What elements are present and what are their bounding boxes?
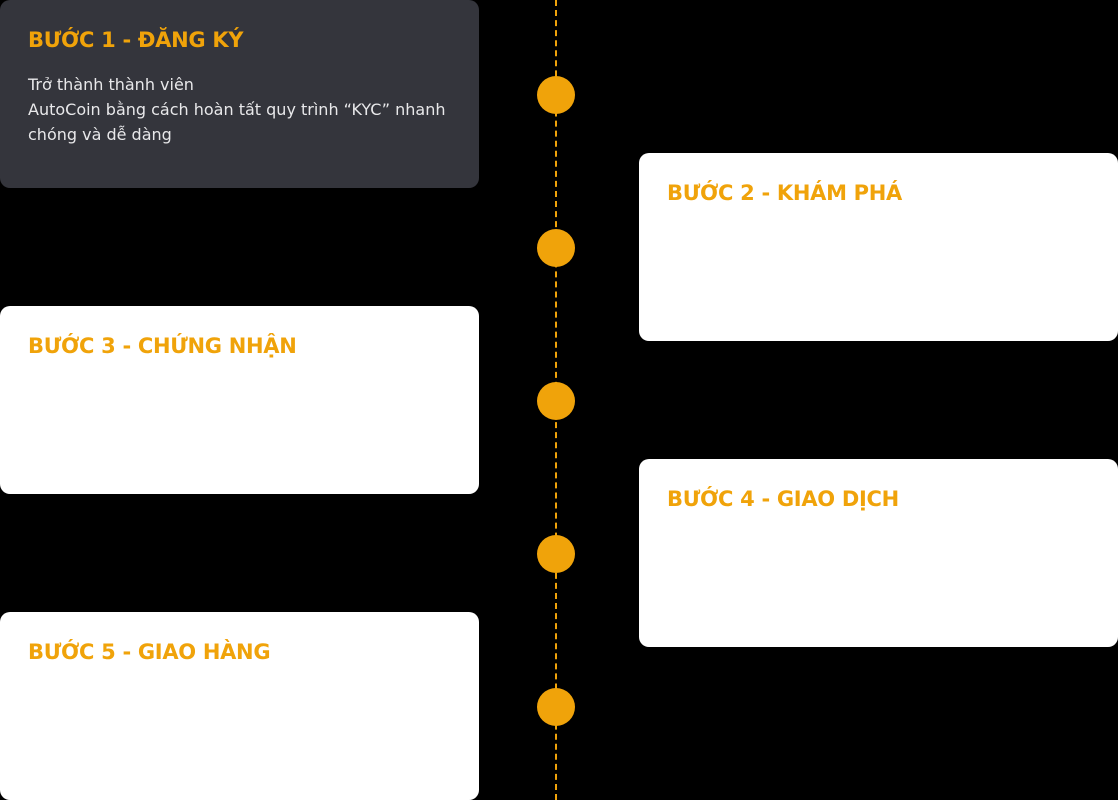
timeline-dot-step-2 (537, 229, 575, 267)
step-title-3: BƯỚC 3 - CHỨNG NHẬN (28, 334, 297, 358)
timeline-dot-step-4 (537, 535, 575, 573)
step-card-4[interactable]: BƯỚC 4 - GIAO DỊCH (639, 459, 1118, 647)
timeline-dot-step-1 (537, 76, 575, 114)
step-description-1: Trở thành thành viên AutoCoin bằng cách … (28, 75, 446, 144)
timeline-dot-step-3 (537, 382, 575, 420)
step-title-1: BƯỚC 1 - ĐĂNG KÝ (28, 28, 244, 52)
timeline-dot-step-5 (537, 688, 575, 726)
step-card-1[interactable]: BƯỚC 1 - ĐĂNG KÝ Trở thành thành viên Au… (0, 0, 479, 188)
step-card-3[interactable]: BƯỚC 3 - CHỨNG NHẬN (0, 306, 479, 494)
step-title-2: BƯỚC 2 - KHÁM PHÁ (667, 181, 902, 205)
step-card-2[interactable]: BƯỚC 2 - KHÁM PHÁ (639, 153, 1118, 341)
step-title-5: BƯỚC 5 - GIAO HÀNG (28, 640, 271, 664)
step-card-5[interactable]: BƯỚC 5 - GIAO HÀNG (0, 612, 479, 800)
step-title-4: BƯỚC 4 - GIAO DỊCH (667, 487, 899, 511)
